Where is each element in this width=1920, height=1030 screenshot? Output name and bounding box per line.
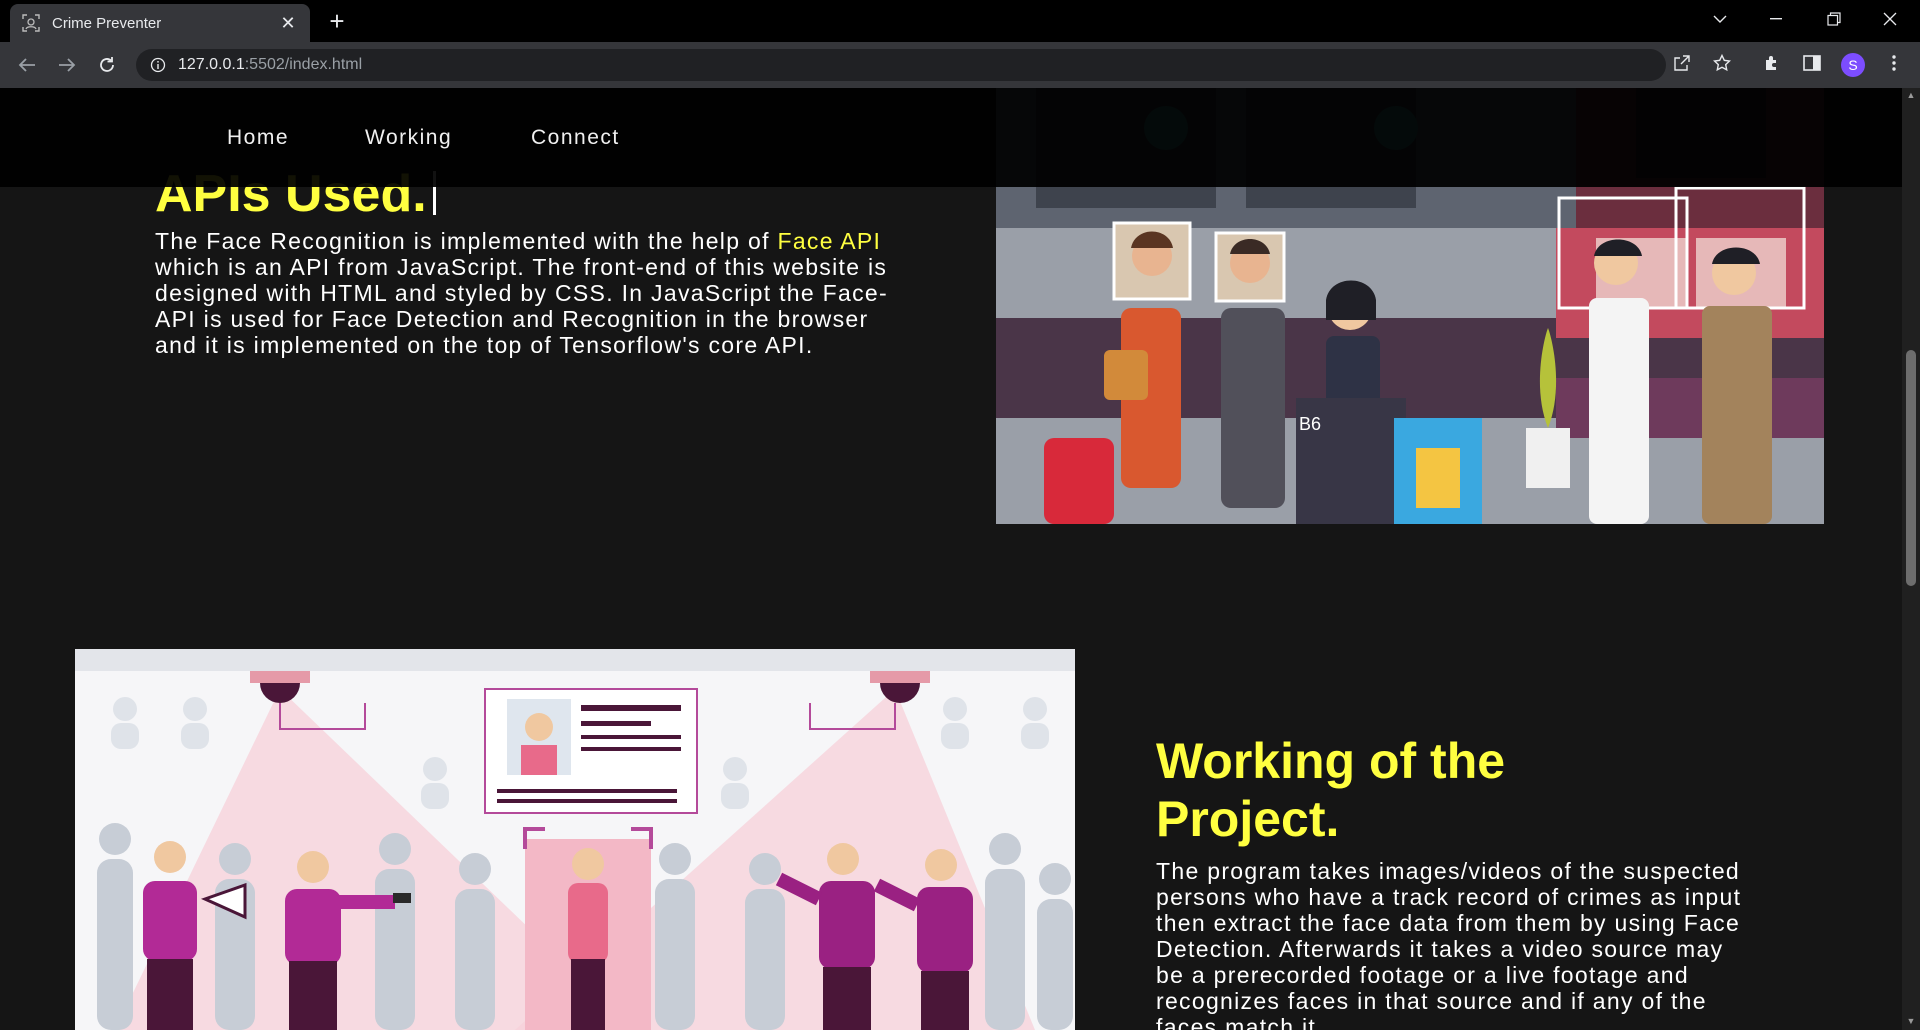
minimize-icon[interactable] [1748, 0, 1804, 38]
side-panel-icon[interactable] [1798, 49, 1826, 77]
tab-search-icon[interactable] [1692, 0, 1748, 38]
counter-number-label: B6 [1299, 414, 1321, 434]
page-scrollbar[interactable]: ▲ ▼ [1902, 88, 1920, 1030]
profile-avatar[interactable]: S [1841, 53, 1865, 77]
bookmark-star-icon[interactable] [1708, 49, 1736, 77]
close-tab-icon[interactable]: ✕ [278, 13, 298, 34]
browser-tab-strip: Crime Preventer ✕ + [0, 0, 1920, 42]
browser-tab[interactable]: Crime Preventer ✕ [10, 4, 310, 42]
apis-text-after: which is an API from JavaScript. The fro… [155, 254, 888, 358]
nav-home-link[interactable]: Home [227, 126, 289, 150]
apis-text-before: The Face Recognition is implemented with… [155, 228, 778, 254]
page-viewport: B6 Home Working Connect APIs Used. The F… [0, 88, 1902, 1030]
nav-working-link[interactable]: Working [365, 126, 452, 150]
nav-connect-link[interactable]: Connect [531, 126, 620, 150]
menu-kebab-icon[interactable] [1880, 49, 1908, 77]
url-path: :5502/index.html [244, 56, 363, 73]
share-icon[interactable] [1668, 49, 1696, 77]
address-bar[interactable]: 127.0.0.1:5502/index.html [136, 49, 1666, 81]
working-description: The program takes images/videos of the s… [1156, 858, 1742, 1030]
apis-description: The Face Recognition is implemented with… [155, 228, 915, 358]
face-api-highlight: Face API [777, 228, 882, 254]
surveillance-crowd-illustration [75, 649, 1075, 1030]
reload-icon[interactable] [93, 51, 121, 79]
forward-icon[interactable] [53, 51, 81, 79]
new-tab-icon[interactable]: + [322, 6, 352, 36]
scrollbar-thumb[interactable] [1906, 350, 1916, 586]
restore-icon[interactable] [1806, 0, 1862, 38]
close-window-icon[interactable] [1862, 0, 1918, 38]
scroll-up-arrow-icon[interactable]: ▲ [1906, 90, 1916, 100]
face-scan-icon [22, 14, 40, 32]
back-icon[interactable] [13, 51, 41, 79]
tab-title: Crime Preventer [52, 14, 162, 32]
browser-toolbar: 127.0.0.1:5502/index.html S [0, 42, 1920, 88]
url-host: 127.0.0.1 [178, 56, 245, 73]
scroll-down-arrow-icon[interactable]: ▼ [1906, 1016, 1916, 1026]
site-navbar: Home Working Connect [0, 88, 1902, 187]
extensions-icon[interactable] [1758, 49, 1786, 77]
working-heading: Working of the Project. [1156, 733, 1506, 847]
site-info-icon[interactable] [150, 57, 166, 73]
